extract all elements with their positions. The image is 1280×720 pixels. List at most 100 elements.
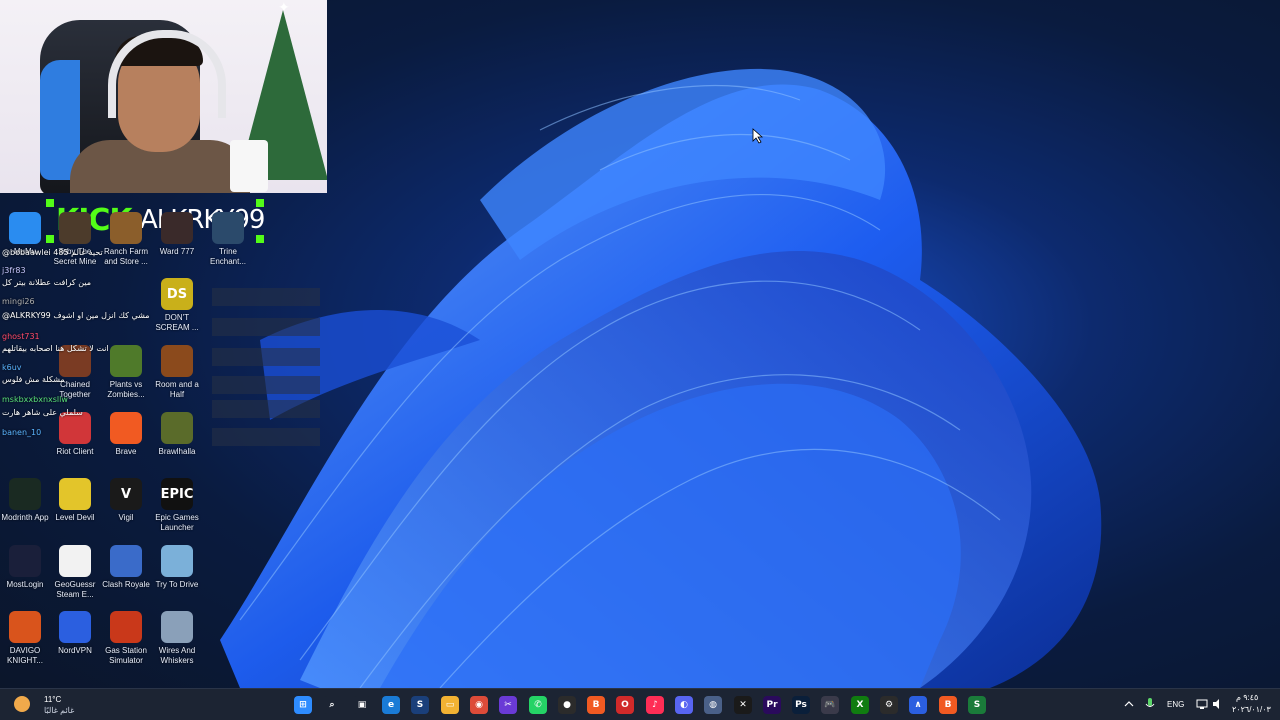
desktop-icon-clash-royale[interactable]: Clash Royale (101, 545, 151, 590)
whatsapp-icon[interactable]: ✆ (529, 696, 547, 714)
chat-message: j3fr83 (2, 266, 26, 275)
volume-icon[interactable] (1212, 698, 1224, 710)
discord-icon[interactable]: ◐ (675, 696, 693, 714)
level-devil-icon (59, 478, 91, 510)
photoshop-icon[interactable]: Ps (792, 696, 810, 714)
desktop-icon-try-to-drive[interactable]: Try To Drive (152, 545, 202, 590)
brave-taskbar-icon[interactable]: B (939, 696, 957, 714)
weather-icon (14, 696, 30, 712)
desktop-icon-label: Gas Station Simulator (105, 646, 147, 665)
steam-green-icon[interactable]: S (968, 696, 986, 714)
snipping-icon[interactable]: ✂ (499, 696, 517, 714)
desktop-icon-nordvpn[interactable]: NordVPN (50, 611, 100, 656)
controller-icon[interactable]: 🎮 (821, 696, 839, 714)
trine-icon (212, 212, 244, 244)
gear-icon[interactable]: ⚙ (880, 696, 898, 714)
chat-message: مين كرافت عطلانة بيتر كل (2, 278, 92, 287)
desktop-icon-epic-games[interactable]: EPIC Epic Games Launcher (152, 478, 202, 533)
tiktok-icon[interactable]: ♪ (646, 696, 664, 714)
desktop-icon-label: Wires And Whiskers (158, 646, 196, 665)
mumu-icon (9, 212, 41, 244)
chevron-up-icon[interactable] (1124, 699, 1134, 709)
chat-message: banen_10 (2, 428, 42, 437)
network-icon[interactable] (1196, 698, 1208, 710)
chat-message: @ALKRKY99 مشي كك انزل مين او اشوف (2, 311, 150, 320)
chat-message: mingi26 (2, 297, 35, 306)
headset (108, 30, 226, 118)
opera-icon[interactable]: O (616, 696, 634, 714)
desktop-icon-label: MostLogin (6, 580, 44, 589)
desktop-icon-label: Clash Royale (102, 580, 150, 589)
chat-message: @bobaawlei 485 تحيه عالم (2, 248, 103, 257)
chat-band (212, 400, 320, 418)
desktop-icon-vigil[interactable]: V Vigil (101, 478, 151, 523)
chat-message: انت لا تشكل هنا اصحابه بيقاتلهم (2, 344, 109, 353)
desktop-icon-davigo[interactable]: DAVIGO KNIGHT... (0, 611, 50, 666)
desktop-icon-label: Epic Games Launcher (155, 513, 199, 532)
task-view-icon[interactable]: ▣ (353, 696, 371, 714)
file-explorer-icon[interactable]: ▭ (441, 696, 459, 714)
try-to-drive-icon (161, 545, 193, 577)
ranch-farm-icon (110, 212, 142, 244)
chat-message: سلملي على شاهر هارت (2, 408, 83, 417)
chat-band (212, 318, 320, 336)
desktop-icon-level-devil[interactable]: Level Devil (50, 478, 100, 523)
gas-station-icon (110, 611, 142, 643)
desktop-icon-label: NordVPN (58, 646, 92, 655)
nordvpn-icon (59, 611, 91, 643)
chat-band (212, 376, 320, 394)
premiere-icon[interactable]: Pr (763, 696, 781, 714)
desktop-icon-modrinth[interactable]: Modrinth App (0, 478, 50, 523)
taskbar: 11°C غائم غالبًا ⊞ ⌕ ▣ e S ▭ ◉ ✂ ✆ ● B O ♪ ◐ ◍ ✕ Pr Ps 🎮 X ⚙… (0, 688, 1280, 720)
weather-widget[interactable]: 11°C غائم غالبًا (10, 693, 90, 717)
desktop-icon-label: Modrinth App (1, 513, 49, 522)
clock-date[interactable]: ٢٠٢٦/٠١/٠٣ (1232, 705, 1271, 714)
mouse-cursor-icon (752, 128, 764, 144)
desktop-icon-gas-station[interactable]: Gas Station Simulator (101, 611, 151, 666)
chat-band (212, 348, 320, 366)
wires-whiskers-icon (161, 611, 193, 643)
weather-condition: غائم غالبًا (44, 706, 75, 715)
chat-band (212, 288, 320, 306)
desktop-icon-label: DAVIGO KNIGHT... (6, 646, 43, 665)
edge-icon[interactable]: e (382, 696, 400, 714)
xbox-icon[interactable]: X (851, 696, 869, 714)
desktop-icon-label: Level Devil (55, 513, 95, 522)
stream-chat: @bobaawlei 485 تحيه عالم j3fr83 مين كرافت … (0, 248, 320, 458)
clock-time[interactable]: ٩:٤٥ م (1236, 693, 1258, 702)
chat-message: k6uv (2, 363, 22, 372)
brave-icon[interactable]: B (587, 696, 605, 714)
geoguessr-icon (59, 545, 91, 577)
start-icon[interactable]: ⊞ (294, 696, 312, 714)
language-indicator[interactable]: ENG (1167, 700, 1184, 709)
nordvpn-icon[interactable]: ∧ (909, 696, 927, 714)
settings-alt-icon[interactable]: ◍ (704, 696, 722, 714)
capcut-icon[interactable]: ✕ (734, 696, 752, 714)
clash-royale-icon (110, 545, 142, 577)
chat-message: mskbxxbxnxsllw (2, 395, 68, 404)
desktop-icon-label: GeoGuessr Steam E... (54, 580, 96, 599)
microphone-icon[interactable] (1145, 697, 1155, 711)
modrinth-icon (9, 478, 41, 510)
obs-icon[interactable]: ● (558, 696, 576, 714)
chrome-icon[interactable]: ◉ (470, 696, 488, 714)
desktop-icon-mostlogin[interactable]: MostLogin (0, 545, 50, 590)
chat-message: مشكلة مش فلوس (2, 375, 65, 384)
epic-games-icon: EPIC (161, 478, 193, 510)
toby-icon (59, 212, 91, 244)
vigil-icon: V (110, 478, 142, 510)
mostlogin-icon (9, 545, 41, 577)
weather-temp: 11°C (44, 695, 62, 704)
davigo-icon (9, 611, 41, 643)
desktop-icon-wires-whiskers[interactable]: Wires And Whiskers (152, 611, 202, 666)
desktop-icon-label: Vigil (118, 513, 134, 522)
mug (230, 140, 268, 192)
webcam-overlay: ✦ (0, 0, 327, 193)
desktop-icon-label: Try To Drive (155, 580, 199, 589)
desktop-icon-geoguessr[interactable]: GeoGuessr Steam E... (50, 545, 100, 600)
steam-icon[interactable]: S (411, 696, 429, 714)
chat-band (212, 428, 320, 446)
chat-message: ghost731 (2, 332, 40, 341)
search-icon[interactable]: ⌕ (323, 696, 341, 714)
ward-777-icon (161, 212, 193, 244)
